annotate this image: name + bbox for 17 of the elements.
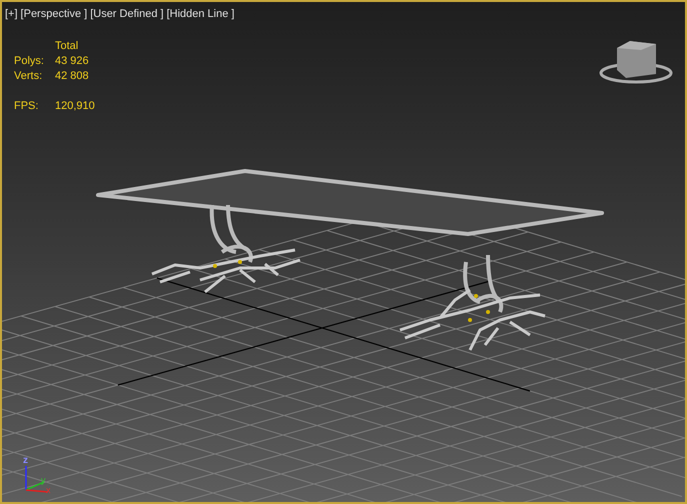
stat-value: 43 926 <box>55 56 90 67</box>
viewport-menu-label[interactable]: [User Defined ] <box>90 9 164 20</box>
y-axis-label: y <box>41 476 46 485</box>
viewport-menu-label[interactable]: [Hidden Line ] <box>166 9 234 20</box>
axis-gizmo-icon <box>25 466 48 493</box>
viewport[interactable]: [+] [Perspective ] [User Defined ] [Hidden Line ] Total Polys: 43 926 Verts: 42 808 FPS: 120,910 z y x <box>0 0 687 504</box>
stat-label: Verts: <box>14 71 44 82</box>
fps-label: FPS: <box>14 101 40 112</box>
z-axis-label: z <box>23 456 28 466</box>
fps-value: 120,910 <box>55 101 95 112</box>
stat-value: 42 808 <box>55 71 90 82</box>
stats-heading: Total <box>55 41 80 52</box>
viewport-menu-label[interactable]: [Perspective ] <box>20 9 88 20</box>
view-cube-icon[interactable] <box>600 41 672 84</box>
x-axis-label: x <box>46 486 50 495</box>
viewport-menu-label[interactable]: [+] <box>5 9 18 20</box>
stat-label: Polys: <box>14 56 45 67</box>
